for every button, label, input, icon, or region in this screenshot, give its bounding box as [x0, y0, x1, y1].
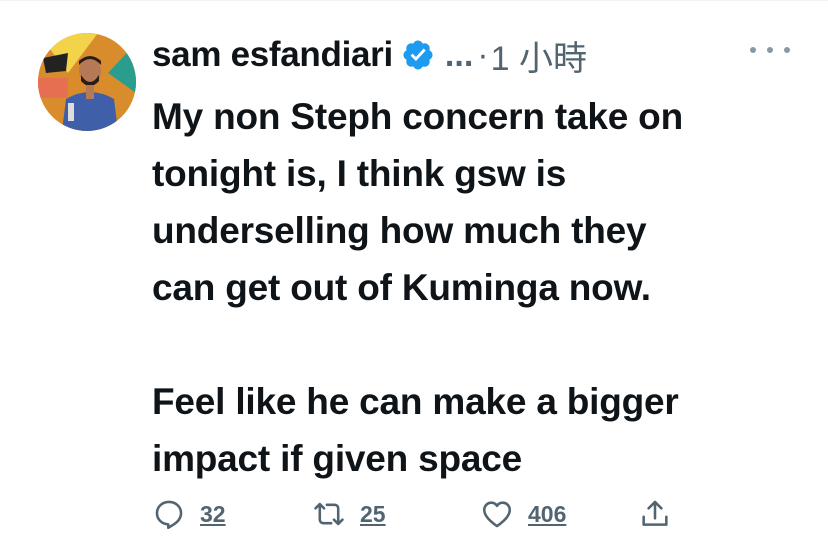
verified-badge-icon: [403, 40, 433, 70]
retweet-icon: [314, 502, 344, 526]
reply-count: 32: [200, 500, 226, 527]
author-display-name[interactable]: sam esfandiari: [152, 35, 393, 75]
more-options-icon[interactable]: [750, 40, 790, 60]
more-dot: [767, 47, 773, 53]
like-button[interactable]: 406: [480, 497, 566, 531]
tweet-header: sam esfandiari ... · 1 小時: [152, 30, 587, 80]
tweet-line: impact if given space: [152, 438, 523, 479]
top-divider: [0, 0, 828, 1]
tweet-line: Feel like he can make a bigger: [152, 381, 679, 422]
tweet-line: can get out of Kuminga now.: [152, 267, 651, 308]
tweet-line: underselling how much they: [152, 210, 647, 251]
avatar-photo: [38, 33, 136, 131]
more-dot: [750, 47, 756, 53]
reply-icon: [155, 500, 183, 530]
separator-dot: ·: [477, 35, 489, 74]
like-count: 406: [528, 500, 567, 527]
retweet-count: 25: [360, 500, 386, 527]
avatar[interactable]: [38, 33, 136, 131]
retweet-button[interactable]: 25: [312, 497, 386, 531]
author-handle[interactable]: ...: [445, 36, 473, 75]
share-icon: [642, 500, 668, 526]
tweet-timestamp[interactable]: 1 小時: [491, 31, 587, 80]
share-button[interactable]: [638, 497, 672, 531]
more-dot: [784, 47, 790, 53]
reply-button[interactable]: 32: [152, 497, 226, 531]
tweet-actions: 32 25 406: [152, 497, 692, 537]
tweet-line: tonight is, I think gsw is: [152, 153, 567, 194]
tweet-line: My non Steph concern take on: [152, 96, 683, 137]
like-icon: [482, 501, 512, 528]
tweet-text: My non Steph concern take on tonight is,…: [152, 88, 812, 487]
